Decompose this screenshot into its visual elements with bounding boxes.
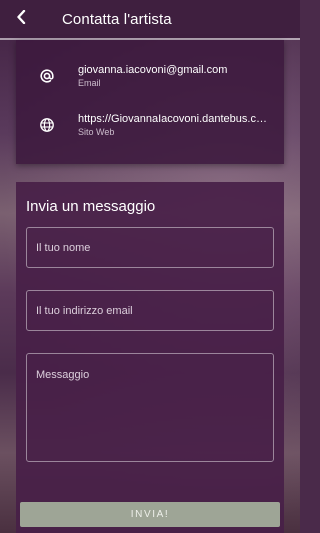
email-value: giovanna.iacovoni@gmail.com [78, 64, 228, 76]
page-title: Contatta l'artista [62, 10, 172, 28]
arrow-left-icon [16, 9, 28, 29]
email-placeholder: Il tuo indirizzo email [36, 304, 133, 317]
website-value: https://GiovannaIacovoni.dantebus.com [78, 113, 268, 125]
message-placeholder: Messaggio [36, 369, 90, 381]
message-form-title: Invia un messaggio [26, 198, 156, 215]
send-button[interactable]: INVIA! [20, 502, 280, 527]
email-input[interactable]: Il tuo indirizzo email [26, 290, 274, 331]
message-textarea[interactable]: Messaggio [26, 353, 274, 462]
contact-row-email[interactable]: giovanna.iacovoni@gmail.com Email [16, 56, 284, 96]
website-label: Sito Web [78, 126, 115, 137]
contact-email-text: giovanna.iacovoni@gmail.com Email [78, 65, 268, 88]
message-form-card: Invia un messaggio Il tuo nome Il tuo in… [16, 182, 284, 533]
globe-icon [16, 117, 78, 133]
app-header: Contatta l'artista [0, 0, 300, 38]
email-label: Email [78, 77, 101, 88]
contact-website-text: https://GiovannaIacovoni.dantebus.com Si… [78, 114, 268, 137]
back-button[interactable] [0, 0, 44, 38]
contact-info-card: giovanna.iacovoni@gmail.com Email https:… [16, 40, 284, 164]
name-input[interactable]: Il tuo nome [26, 227, 274, 268]
name-placeholder: Il tuo nome [36, 241, 91, 254]
at-icon [16, 68, 78, 84]
contact-row-website[interactable]: https://GiovannaIacovoni.dantebus.com Si… [16, 105, 284, 145]
